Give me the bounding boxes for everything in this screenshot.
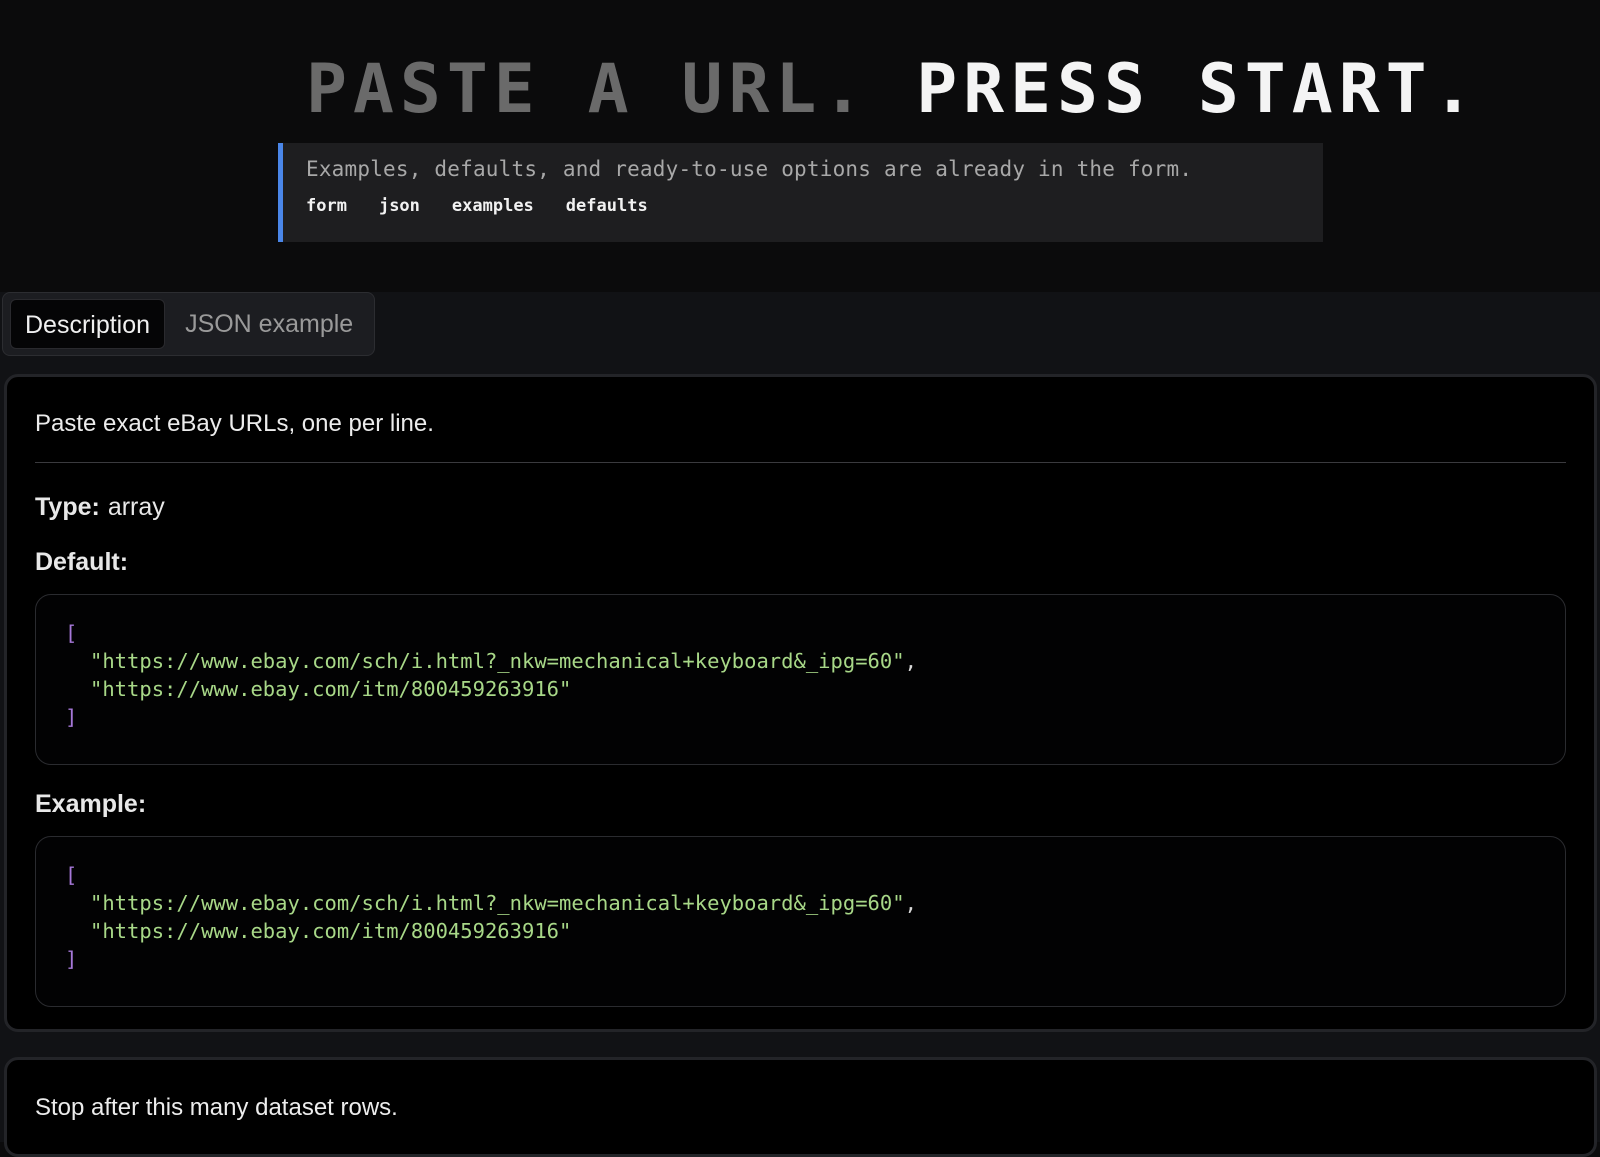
default-url-1: "https://www.ebay.com/sch/i.html?_nkw=me… xyxy=(90,649,905,673)
open-bracket: [ xyxy=(65,863,78,887)
comma: , xyxy=(904,891,917,915)
field-panel-urls: Paste exact eBay URLs, one per line. Typ… xyxy=(4,374,1597,1032)
comma: , xyxy=(904,649,917,673)
default-url-2: "https://www.ebay.com/itm/800459263916" xyxy=(90,677,572,701)
hero-title: PASTE A URL. PRESS START. xyxy=(306,50,1480,130)
example-label: Example: xyxy=(35,790,147,818)
field-description: Stop after this many dataset rows. xyxy=(35,1094,398,1121)
info-callout: Examples, defaults, and ready-to-use opt… xyxy=(278,143,1323,242)
default-label: Default: xyxy=(35,548,129,576)
open-bracket: [ xyxy=(65,621,78,645)
close-bracket: ] xyxy=(65,947,78,971)
tag-json: json xyxy=(378,196,420,216)
callout-text: Examples, defaults, and ready-to-use opt… xyxy=(306,157,1193,181)
hero-section: PASTE A URL. PRESS START. Examples, defa… xyxy=(0,0,1600,292)
default-code-block: [ "https://www.ebay.com/sch/i.html?_nkw=… xyxy=(35,594,1566,765)
divider xyxy=(35,462,1566,463)
example-url-1: "https://www.ebay.com/sch/i.html?_nkw=me… xyxy=(90,891,905,915)
type-label: Type: xyxy=(35,493,100,521)
main-content: Description JSON example Paste exact eBa… xyxy=(0,292,1600,1157)
tab-description[interactable]: Description xyxy=(10,299,166,349)
example-code-block: [ "https://www.ebay.com/sch/i.html?_nkw=… xyxy=(35,836,1566,1007)
tag-form: form xyxy=(306,196,347,216)
hero-title-bright: PRESS START. xyxy=(916,50,1480,129)
close-bracket: ] xyxy=(65,705,78,729)
field-description: Paste exact eBay URLs, one per line. xyxy=(35,410,434,437)
tab-bar: Description JSON example xyxy=(2,292,376,356)
tag-defaults: defaults xyxy=(565,196,648,216)
tag-examples: examples xyxy=(451,196,534,216)
type-row: Type: array xyxy=(35,493,1566,522)
example-url-2: "https://www.ebay.com/itm/800459263916" xyxy=(90,919,572,943)
tag-list: form json examples defaults xyxy=(306,196,1323,216)
hero-title-dim: PASTE A URL. xyxy=(306,50,870,129)
field-panel-max-rows: Stop after this many dataset rows. xyxy=(4,1057,1597,1157)
tab-json-example[interactable]: JSON example xyxy=(171,299,367,349)
type-value: array xyxy=(107,493,165,521)
